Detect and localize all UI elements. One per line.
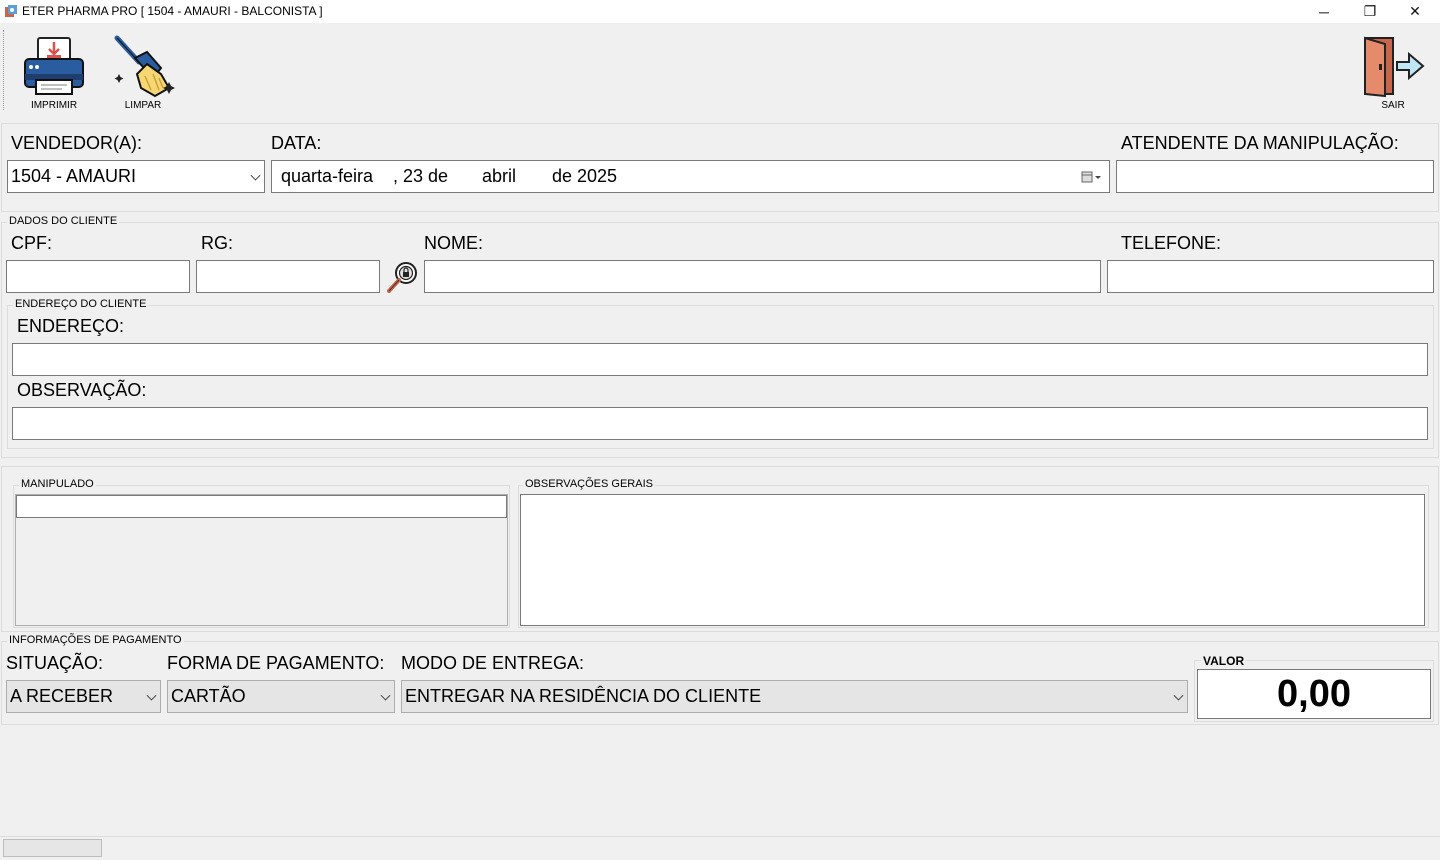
status-label: SITUAÇÃO: [6, 653, 104, 673]
general-notes-label: OBSERVAÇÕES GERAIS [523, 478, 655, 490]
broom-icon [114, 35, 175, 98]
note-field[interactable] [12, 407, 1428, 440]
rg-field[interactable] [196, 260, 380, 293]
exit-door-icon [1364, 36, 1425, 98]
name-label: NOME: [424, 233, 484, 253]
title-bar: ETER PHARMA PRO [ 1504 - AMAURI - BALCON… [0, 0, 1440, 23]
status-select[interactable]: A RECEBER [6, 680, 161, 713]
note-label: OBSERVAÇÃO: [17, 380, 147, 400]
value-label: VALOR [1201, 654, 1247, 668]
clear-label: LIMPAR [124, 100, 162, 111]
general-notes-textarea[interactable] [520, 494, 1425, 626]
value-display: 0,00 [1197, 669, 1431, 719]
date-weekday: quarta-feira [281, 166, 374, 186]
restore-button[interactable]: ❐ [1347, 0, 1393, 23]
window-title: ETER PHARMA PRO [ 1504 - AMAURI - BALCON… [22, 4, 323, 18]
phone-field[interactable] [1107, 260, 1434, 293]
exit-button[interactable]: SAIR [1358, 34, 1428, 111]
name-field[interactable] [424, 260, 1101, 293]
toolbar-grip[interactable] [3, 30, 5, 110]
calendar-icon[interactable] [1081, 171, 1103, 183]
minimize-button[interactable]: ─ [1301, 0, 1347, 23]
delivery-select[interactable]: ENTREGAR NA RESIDÊNCIA DO CLIENTE [401, 680, 1188, 713]
rg-label: RG: [201, 233, 234, 253]
method-value: CARTÃO [171, 686, 246, 706]
client-group-label: DADOS DO CLIENTE [7, 215, 120, 227]
print-button[interactable]: IMPRIMIR [20, 34, 88, 111]
attendant-label: ATENDENTE DA MANIPULAÇÃO: [1121, 133, 1399, 153]
address-label: ENDEREÇO: [17, 316, 125, 336]
chevron-down-icon [146, 690, 157, 701]
date-year: de 2025 [552, 166, 618, 186]
clear-button[interactable]: LIMPAR [108, 34, 178, 111]
method-select[interactable]: CARTÃO [167, 680, 395, 713]
date-picker[interactable]: quarta-feira , 23 de abril de 2025 [271, 160, 1110, 193]
date-month: abril [482, 166, 517, 186]
cpf-label: CPF: [11, 233, 53, 253]
progress-bar [3, 839, 102, 857]
status-value: A RECEBER [10, 686, 114, 706]
app-icon [5, 5, 17, 17]
manipulated-field[interactable] [16, 495, 507, 518]
cpf-field[interactable] [6, 260, 190, 293]
exit-label: SAIR [1381, 100, 1405, 111]
date-label: DATA: [271, 133, 322, 153]
seller-value: 1504 - AMAURI [11, 166, 137, 186]
chevron-down-icon [250, 170, 261, 181]
date-day: , 23 de [393, 166, 449, 186]
print-label: IMPRIMIR [30, 100, 78, 111]
seller-select[interactable]: 1504 - AMAURI [7, 160, 265, 193]
close-button[interactable]: ✕ [1392, 0, 1438, 23]
toolbar [0, 23, 1440, 120]
manipulated-label: MANIPULADO [19, 478, 96, 490]
address-field[interactable] [12, 343, 1428, 376]
status-bar [0, 836, 1440, 860]
payment-group-label: INFORMAÇÕES DE PAGAMENTO [7, 634, 184, 646]
address-group-label: ENDEREÇO DO CLIENTE [13, 298, 149, 310]
chevron-down-icon [380, 690, 391, 701]
method-label: FORMA DE PAGAMENTO: [167, 653, 385, 673]
delivery-value: ENTREGAR NA RESIDÊNCIA DO CLIENTE [405, 686, 762, 706]
chevron-down-icon [1173, 690, 1184, 701]
seller-label: VENDEDOR(A): [11, 133, 143, 153]
attendant-field[interactable] [1116, 160, 1434, 193]
phone-label: TELEFONE: [1121, 233, 1222, 253]
printer-icon [24, 37, 84, 95]
search-client-icon[interactable] [386, 260, 420, 294]
delivery-label: MODO DE ENTREGA: [401, 653, 585, 673]
